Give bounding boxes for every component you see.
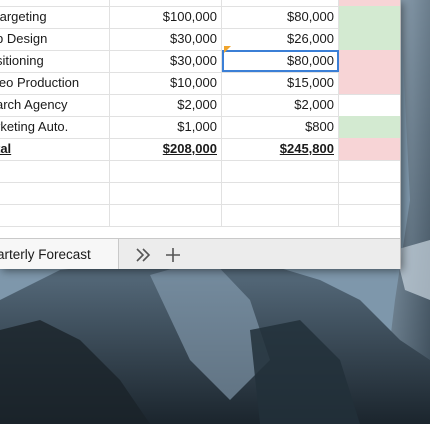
status-cell[interactable] (339, 28, 400, 50)
actual-cell[interactable]: $800 (222, 116, 339, 138)
total-row: tal $208,000 $245,800 (0, 138, 400, 161)
status-cell[interactable] (339, 116, 400, 138)
empty-cell[interactable] (110, 160, 222, 182)
budget-cell[interactable]: $1,000 (110, 116, 222, 138)
category-cell[interactable]: leo Production (0, 72, 110, 94)
table-row: targeting $100,000 $80,000 (0, 6, 400, 29)
status-cell[interactable] (339, 50, 400, 72)
spreadsheet-window: targeting $100,000 $80,000 b Design $30,… (0, 0, 401, 269)
total-label-cell[interactable]: tal (0, 138, 110, 160)
status-cell[interactable] (339, 94, 400, 116)
category-cell[interactable]: rketing Auto. (0, 116, 110, 138)
empty-cell[interactable] (222, 160, 339, 182)
empty-cell[interactable] (339, 204, 400, 226)
status-cell[interactable] (339, 138, 400, 160)
category-cell[interactable]: targeting (0, 6, 110, 28)
table-row: leo Production $10,000 $15,000 (0, 72, 400, 95)
actual-cell[interactable]: $15,000 (222, 72, 339, 94)
sheet-tab-bar: arterly Forecast (0, 238, 400, 269)
actual-cell[interactable]: $2,000 (222, 94, 339, 116)
comment-indicator-icon[interactable] (224, 46, 231, 53)
total-actual-cell[interactable]: $245,800 (222, 138, 339, 160)
actual-cell-selected[interactable]: $80,000 (222, 50, 339, 72)
spreadsheet-grid: targeting $100,000 $80,000 b Design $30,… (0, 0, 400, 238)
empty-cell[interactable] (110, 182, 222, 204)
budget-cell[interactable]: $100,000 (110, 6, 222, 28)
empty-cell[interactable] (110, 204, 222, 226)
table-row: rketing Auto. $1,000 $800 (0, 116, 400, 139)
status-cell[interactable] (339, 72, 400, 94)
add-sheet-plus-icon[interactable] (160, 239, 186, 269)
status-cell[interactable] (339, 6, 400, 28)
empty-cell[interactable] (0, 182, 110, 204)
actual-cell[interactable]: $80,000 (222, 6, 339, 28)
table-row: arch Agency $2,000 $2,000 (0, 94, 400, 117)
empty-cell[interactable] (339, 182, 400, 204)
empty-row (0, 182, 400, 205)
empty-cell[interactable] (339, 160, 400, 182)
budget-cell[interactable]: $30,000 (110, 28, 222, 50)
empty-cell[interactable] (0, 204, 110, 226)
category-cell[interactable]: arch Agency (0, 94, 110, 116)
empty-cell[interactable] (0, 160, 110, 182)
budget-cell[interactable]: $10,000 (110, 72, 222, 94)
category-cell[interactable]: sitioning (0, 50, 110, 72)
actual-cell[interactable]: $26,000 (222, 28, 339, 50)
empty-row (0, 204, 400, 227)
category-cell[interactable]: b Design (0, 28, 110, 50)
table-row: sitioning $30,000 $80,000 (0, 50, 400, 73)
double-chevron-right-icon[interactable] (130, 239, 156, 269)
table-row: b Design $30,000 $26,000 (0, 28, 400, 51)
budget-cell[interactable]: $2,000 (110, 94, 222, 116)
total-budget-cell[interactable]: $208,000 (110, 138, 222, 160)
empty-cell[interactable] (222, 182, 339, 204)
empty-row (0, 160, 400, 183)
empty-cell[interactable] (222, 204, 339, 226)
budget-cell[interactable]: $30,000 (110, 50, 222, 72)
tab-quarterly-forecast[interactable]: arterly Forecast (0, 239, 119, 269)
